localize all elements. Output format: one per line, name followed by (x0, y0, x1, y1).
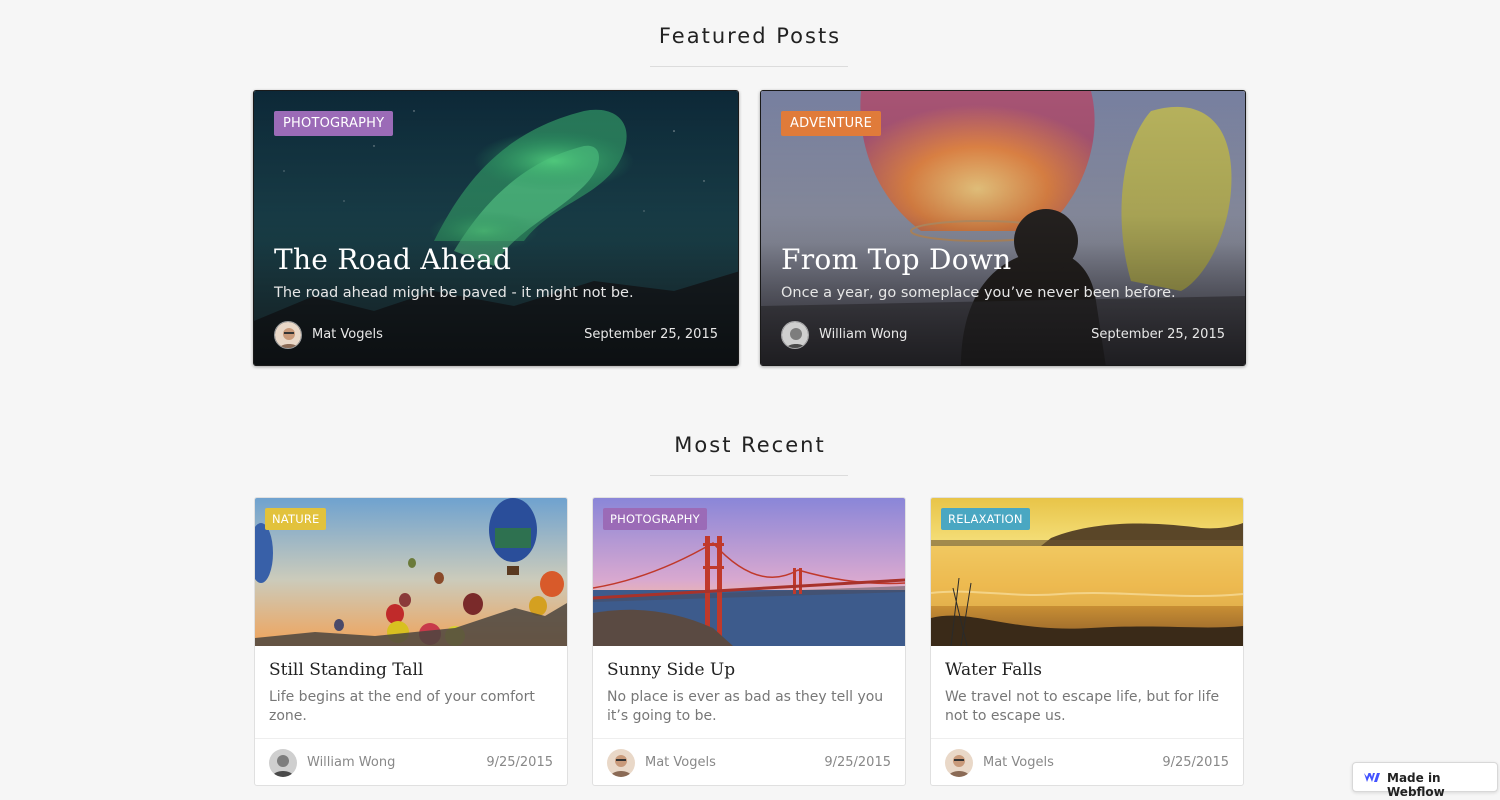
recent-post-subtitle: We travel not to escape life, but for li… (945, 689, 1220, 724)
featured-post-title[interactable]: From Top Down (781, 243, 1012, 276)
author-avatar (945, 749, 973, 777)
featured-post-title[interactable]: The Road Ahead (274, 243, 511, 276)
recent-section-title: Most Recent (674, 433, 826, 457)
recent-post-subtitle: Life begins at the end of your comfort z… (269, 689, 535, 724)
card-footer-divider (593, 738, 905, 739)
recent-post-title[interactable]: Water Falls (945, 660, 1042, 680)
recent-post-title[interactable]: Still Standing Tall (269, 660, 423, 680)
author-name[interactable]: William Wong (819, 327, 907, 342)
card-footer-divider (255, 738, 567, 739)
author-name[interactable]: William Wong (307, 755, 395, 770)
featured-divider (650, 66, 848, 67)
category-tag[interactable]: RELAXATION (941, 508, 1030, 530)
author-name[interactable]: Mat Vogels (312, 327, 383, 342)
post-date: 9/25/2015 (486, 755, 553, 770)
post-date: 9/25/2015 (1162, 755, 1229, 770)
author-avatar (269, 749, 297, 777)
category-tag[interactable]: PHOTOGRAPHY (274, 111, 394, 136)
post-date: September 25, 2015 (584, 327, 718, 342)
author-avatar (274, 321, 302, 349)
author-name[interactable]: Mat Vogels (645, 755, 716, 770)
author-avatar (781, 321, 809, 349)
webflow-logo-icon (1364, 773, 1380, 782)
made-in-webflow-badge[interactable]: Made in Webflow (1352, 762, 1498, 799)
author-avatar (607, 749, 635, 777)
category-tag[interactable]: PHOTOGRAPHY (603, 508, 707, 530)
featured-card-road-ahead[interactable]: PHOTOGRAPHY The Road Ahead The road ahea… (253, 90, 739, 366)
featured-section-title: Featured Posts (658, 24, 842, 48)
badge-label: Made in Webflow (1387, 771, 1445, 799)
recent-post-title[interactable]: Sunny Side Up (607, 660, 735, 680)
recent-card-sunny-side-up[interactable]: PHOTOGRAPHY Sunny Side Up No place is ev… (592, 497, 906, 786)
recent-divider (650, 475, 848, 476)
post-date: 9/25/2015 (824, 755, 891, 770)
post-date: September 25, 2015 (1091, 327, 1225, 342)
author-name[interactable]: Mat Vogels (983, 755, 1054, 770)
category-tag[interactable]: NATURE (265, 508, 327, 530)
featured-post-subtitle: Once a year, go someplace you’ve never b… (781, 285, 1176, 301)
recent-card-water-falls[interactable]: RELAXATION Water Falls We travel not to … (930, 497, 1244, 786)
recent-post-subtitle: No place is ever as bad as they tell you… (607, 689, 884, 724)
recent-card-still-standing-tall[interactable]: NATURE Still Standing Tall Life begins a… (254, 497, 568, 786)
featured-post-subtitle: The road ahead might be paved - it might… (274, 285, 634, 301)
card-footer-divider (931, 738, 1243, 739)
featured-card-top-down[interactable]: ADVENTURE From Top Down Once a year, go … (760, 90, 1246, 366)
category-tag[interactable]: ADVENTURE (781, 111, 882, 136)
